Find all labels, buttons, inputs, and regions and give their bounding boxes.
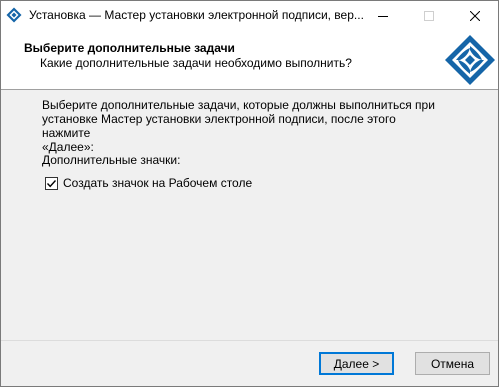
minimize-icon [378,16,388,17]
title-bar[interactable]: Установка — Мастер установки электронной… [1,1,498,31]
additional-icons-label: Дополнительные значки: [42,153,181,167]
cancel-button[interactable]: Отмена [415,352,490,375]
close-button[interactable] [452,1,498,31]
description-line: Выберите дополнительные задачи, которые … [42,98,435,112]
desktop-icon-checkbox-label[interactable]: Создать значок на Рабочем столе [63,176,252,190]
installer-window: Установка — Мастер установки электронной… [0,0,499,387]
close-icon [470,11,480,21]
app-icon [6,7,22,23]
description-text: Выберите дополнительные задачи, которые … [42,98,442,154]
installer-logo-icon [444,34,496,86]
maximize-button[interactable] [406,1,452,31]
next-button[interactable]: Далее > [319,352,394,375]
desktop-icon-option[interactable]: Создать значок на Рабочем столе [45,175,252,191]
maximize-icon [424,11,434,21]
page-title: Выберите дополнительные задачи [24,41,235,55]
footer-divider [1,340,498,341]
wizard-header: Выберите дополнительные задачи Какие доп… [1,31,498,90]
window-title: Установка — Мастер установки электронной… [29,8,364,22]
description-line: «Далее»: [42,140,94,154]
description-line: установке Мастер установки электронной п… [42,112,396,140]
minimize-button[interactable] [360,1,406,31]
page-subtitle: Какие дополнительные задачи необходимо в… [40,56,352,70]
desktop-icon-checkbox[interactable] [45,176,58,190]
checkmark-icon [46,179,57,187]
